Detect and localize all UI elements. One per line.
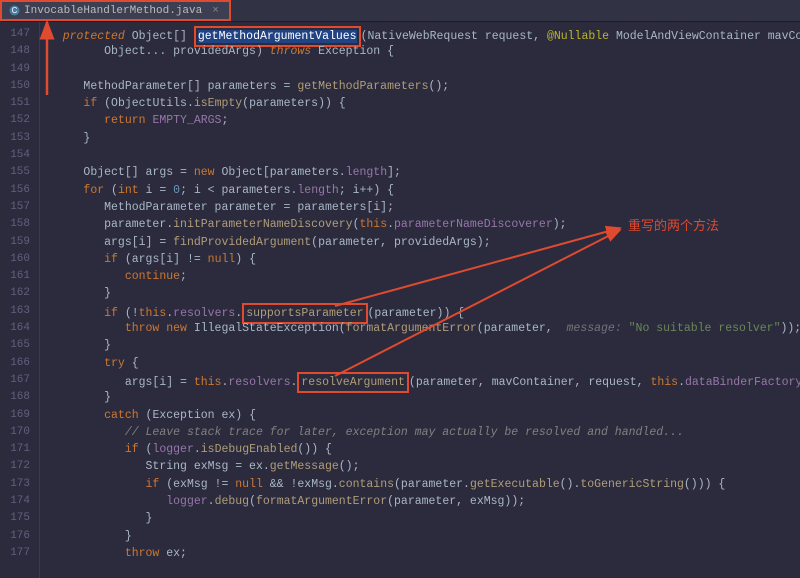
line-number: 170	[0, 424, 30, 441]
code-line: return EMPTY_ARGS;	[40, 112, 800, 129]
code-line: protected Object[] getMethodArgumentValu…	[40, 26, 800, 43]
line-number: 176	[0, 528, 30, 545]
code-area[interactable]: protected Object[] getMethodArgumentValu…	[40, 22, 800, 578]
line-number: 150	[0, 78, 30, 95]
close-icon[interactable]: ×	[212, 5, 219, 17]
line-number: 153	[0, 130, 30, 147]
line-number: 151	[0, 95, 30, 112]
code-line: catch (Exception ex) {	[40, 407, 800, 424]
line-number: 160	[0, 251, 30, 268]
line-number: 167	[0, 372, 30, 389]
code-line: args[i] = findProvidedArgument(parameter…	[40, 234, 800, 251]
line-number: 163	[0, 303, 30, 320]
java-class-icon: C	[8, 5, 20, 17]
line-gutter: 1471481491501511521531541551561571581591…	[0, 22, 40, 578]
line-number: 155	[0, 164, 30, 181]
line-number: 152	[0, 112, 30, 129]
line-number: 175	[0, 510, 30, 527]
line-number: 172	[0, 458, 30, 475]
tab-bar: C InvocableHandlerMethod.java ×	[0, 0, 800, 22]
line-number: 149	[0, 61, 30, 78]
code-line: MethodParameter[] parameters = getMethod…	[40, 78, 800, 95]
code-line	[40, 147, 800, 164]
code-line: try {	[40, 355, 800, 372]
line-number: 159	[0, 234, 30, 251]
code-line: args[i] = this.resolvers.resolveArgument…	[40, 372, 800, 389]
code-line: }	[40, 389, 800, 406]
code-line: continue;	[40, 268, 800, 285]
line-number: 147	[0, 26, 30, 43]
line-number: 169	[0, 407, 30, 424]
line-number: 165	[0, 337, 30, 354]
code-line: MethodParameter parameter = parameters[i…	[40, 199, 800, 216]
code-line: Object[] args = new Object[parameters.le…	[40, 164, 800, 181]
code-line: Object... providedArgs) throws Exception…	[40, 43, 800, 60]
code-line: if (ObjectUtils.isEmpty(parameters)) {	[40, 95, 800, 112]
line-number: 154	[0, 147, 30, 164]
code-line: throw new IllegalStateException(formatAr…	[40, 320, 800, 337]
code-editor[interactable]: 1471481491501511521531541551561571581591…	[0, 22, 800, 578]
line-number: 161	[0, 268, 30, 285]
code-line: }	[40, 528, 800, 545]
annotation-label: 重写的两个方法	[628, 215, 719, 234]
line-number: 162	[0, 285, 30, 302]
tab-filename: InvocableHandlerMethod.java	[24, 5, 202, 17]
code-line: }	[40, 337, 800, 354]
code-line: if (args[i] != null) {	[40, 251, 800, 268]
line-number: 156	[0, 182, 30, 199]
code-line: }	[40, 130, 800, 147]
line-number: 173	[0, 476, 30, 493]
code-line: if (!this.resolvers.supportsParameter(pa…	[40, 303, 800, 320]
code-line: }	[40, 285, 800, 302]
code-line: throw ex;	[40, 545, 800, 562]
code-line	[40, 61, 800, 78]
line-number: 158	[0, 216, 30, 233]
code-line: if (exMsg != null && !exMsg.contains(par…	[40, 476, 800, 493]
code-line: // Leave stack trace for later, exceptio…	[40, 424, 800, 441]
line-number: 171	[0, 441, 30, 458]
line-number: 168	[0, 389, 30, 406]
code-line: for (int i = 0; i < parameters.length; i…	[40, 182, 800, 199]
code-line: if (logger.isDebugEnabled()) {	[40, 441, 800, 458]
code-line: String exMsg = ex.getMessage();	[40, 458, 800, 475]
file-tab[interactable]: C InvocableHandlerMethod.java ×	[0, 0, 231, 21]
line-number: 177	[0, 545, 30, 562]
line-number: 157	[0, 199, 30, 216]
code-line: logger.debug(formatArgumentError(paramet…	[40, 493, 800, 510]
svg-text:C: C	[11, 6, 17, 15]
line-number: 164	[0, 320, 30, 337]
line-number: 148	[0, 43, 30, 60]
code-line: }	[40, 510, 800, 527]
line-number: 166	[0, 355, 30, 372]
line-number: 174	[0, 493, 30, 510]
